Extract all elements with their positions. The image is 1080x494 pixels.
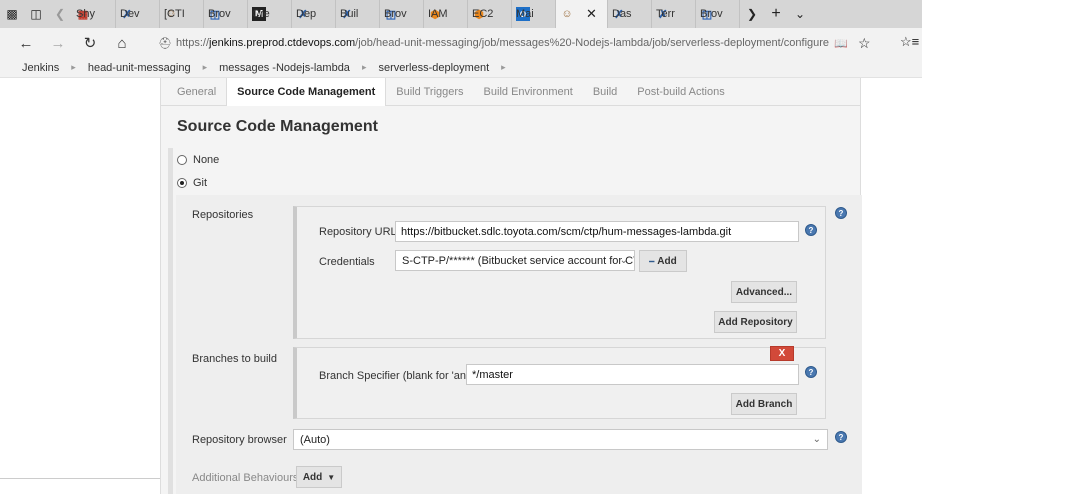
repo-url-input[interactable]: https://bitbucket.sdlc.toyota.com/scm/ct… [395,221,799,242]
browser-tab[interactable]: ✗ Terr [652,0,696,28]
help-icon[interactable]: ? [805,224,817,236]
branch-specifier-label: Branch Specifier (blank for 'any') [319,370,478,382]
lock-icon: ⛑ [158,37,172,50]
help-icon[interactable]: ? [835,431,847,443]
browser-tab[interactable]: O Mai [512,0,556,28]
divider [0,478,160,479]
repo-browser-select[interactable]: (Auto) ⌄ [293,429,828,450]
scroll-tabs-right-icon[interactable]: ❯ [740,0,764,28]
repo-browser-label: Repository browser [192,434,287,446]
breadcrumb-item[interactable]: serverless-deployment [378,62,489,74]
tab-post-build-actions[interactable]: Post-build Actions [627,78,734,106]
browser-tab[interactable]: M Cre [248,0,292,28]
help-icon[interactable]: ? [805,366,817,378]
reading-view-icon[interactable]: 📖 [834,37,848,50]
window-icon[interactable]: ▩ [0,0,24,28]
back-icon[interactable]: ← [10,28,42,58]
browser-tab[interactable]: ✗ Dev [116,0,160,28]
scm-git-radio[interactable]: Git [177,177,207,189]
add-behaviour-dropdown[interactable]: Add ▼ [296,466,342,488]
credentials-select[interactable]: S-CTP-P/****** (Bitbucket service accoun… [395,250,635,271]
add-credentials-button[interactable]: ⎯ Add [639,250,687,272]
new-tab-icon[interactable]: + [764,0,788,28]
navigation-bar: ← → ↻ ⌂ ⛑ https://jenkins.preprod.ctdevo… [0,28,922,58]
refresh-icon[interactable]: ↻ [74,28,106,58]
scm-none-radio[interactable]: None [177,154,219,166]
close-tab-icon[interactable]: ✕ [586,6,597,22]
tab-build-triggers[interactable]: Build Triggers [386,78,473,106]
help-icon[interactable]: ? [835,207,847,219]
browser-tab[interactable]: ✗ Das [608,0,652,28]
radio-icon [177,155,187,165]
forward-icon[interactable]: → [42,28,74,58]
browser-tab[interactable]: ✗ Dep [292,0,336,28]
browser-tab-active[interactable]: ☺ ✕ [556,0,608,28]
browser-tab[interactable]: ⬢ EC2 [468,0,512,28]
breadcrumb-item[interactable]: messages -Nodejs-lambda [219,62,350,74]
browser-tab[interactable]: ◫ Brov [696,0,740,28]
browser-tab[interactable]: ✗ Buil [336,0,380,28]
branches-label: Branches to build [192,353,277,365]
address-bar[interactable]: ⛑ https://jenkins.preprod.ctdevops.com/j… [158,32,878,54]
chevron-right-icon[interactable]: ▸ [71,62,76,73]
delete-branch-button[interactable]: X [770,346,794,361]
browser-tab[interactable]: ◫ Brov [380,0,424,28]
repo-url-label: Repository URL [319,226,397,238]
credentials-label: Credentials [319,256,375,268]
chevron-right-icon[interactable]: ▸ [362,62,367,73]
key-icon: ⎯ [649,255,655,267]
advanced-button[interactable]: Advanced... [731,281,797,303]
add-repository-button[interactable]: Add Repository [714,311,797,333]
browser-tab[interactable]: ◫ Brov [204,0,248,28]
chevron-down-icon: ⌄ [812,434,821,445]
radio-selected-icon [177,178,187,188]
config-panel: General Source Code Management Build Tri… [160,77,862,494]
chevron-right-icon[interactable]: ▸ [501,62,506,73]
tab-source-code-management[interactable]: Source Code Management [226,77,387,106]
breadcrumb-item[interactable]: head-unit-messaging [88,62,191,74]
breadcrumb-item[interactable]: Jenkins [22,62,59,74]
section-indent-bar [168,148,173,494]
browser-tab[interactable]: ▦ Shy [72,0,116,28]
favorite-star-icon[interactable]: ☆ [858,35,871,52]
home-icon[interactable]: ⌂ [106,28,138,58]
breadcrumb: Jenkins ▸ head-unit-messaging ▸ messages… [0,58,922,78]
additional-behaviours-label: Additional Behaviours [192,472,299,484]
browser-tab[interactable]: ☺ [CTI [160,0,204,28]
config-tabs: General Source Code Management Build Tri… [161,77,860,106]
jenkins-icon: ☺ [561,8,573,20]
browser-tab[interactable]: ⬢ IAM [424,0,468,28]
chevron-right-icon[interactable]: ▸ [203,62,208,73]
tab-build-environment[interactable]: Build Environment [474,78,583,106]
caret-down-icon: ▼ [327,472,336,482]
chevron-down-icon[interactable]: ⌄ [788,0,812,28]
section-title: Source Code Management [177,118,378,135]
chevron-down-icon: ⌄ [619,255,628,266]
tab-build[interactable]: Build [583,78,627,106]
scroll-tabs-left-icon[interactable]: ❮ [48,0,72,28]
branch-specifier-input[interactable]: */master [466,364,799,385]
add-branch-button[interactable]: Add Branch [731,393,797,415]
tab-list-icon[interactable]: ◫ [24,0,48,28]
tab-general[interactable]: General [167,78,226,106]
favorites-list-icon[interactable]: ☆≡ [900,34,919,50]
browser-tab-strip: ▩ ◫ ❮ ▦ Shy ✗ Dev ☺ [CTI ◫ Brov M Cre ✗ Dep ✗ B… [0,0,922,28]
repositories-label: Repositories [192,209,254,221]
